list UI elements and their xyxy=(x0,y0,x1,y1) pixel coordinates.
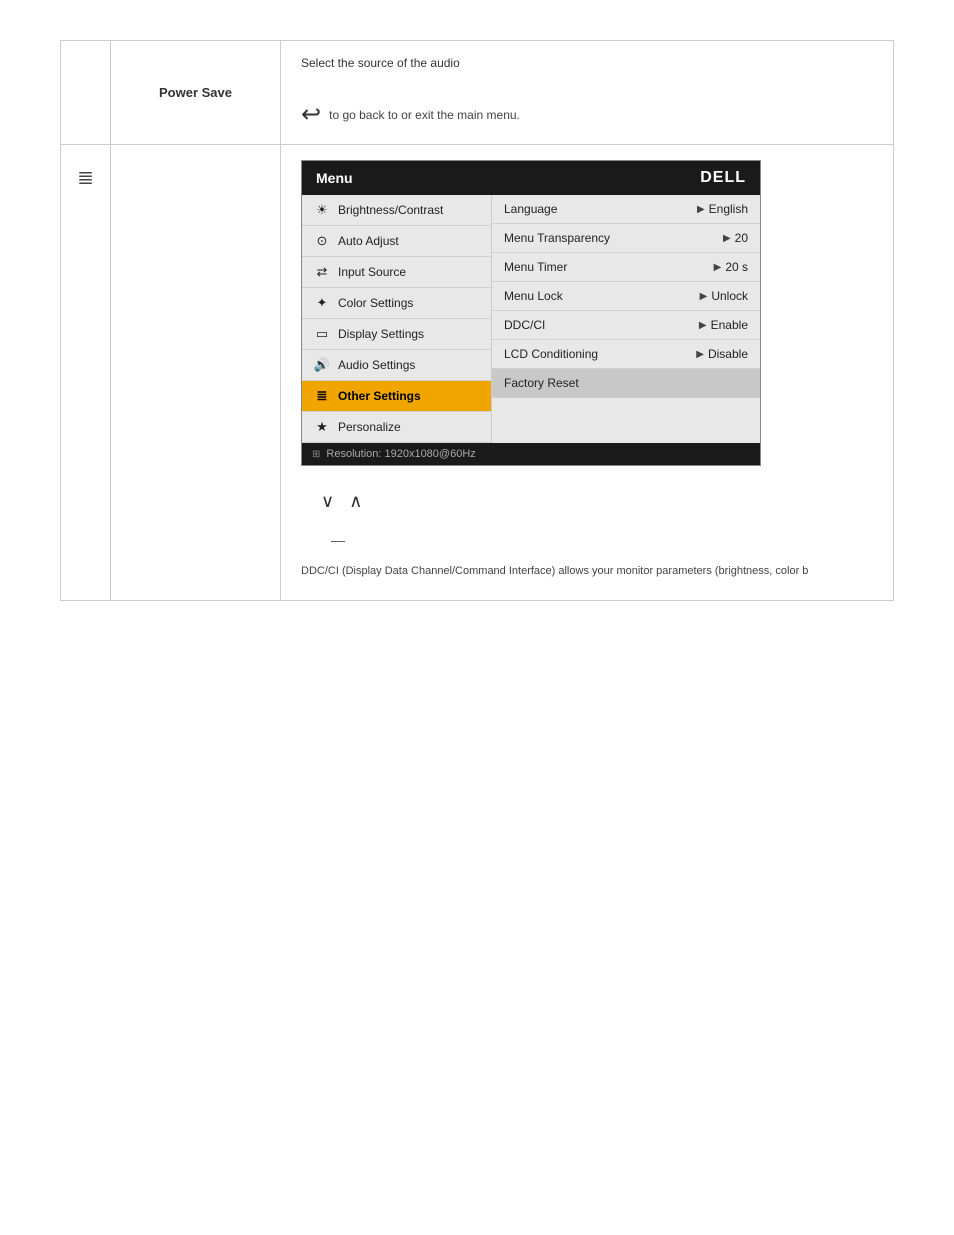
right-item-factory-reset[interactable]: Factory Reset xyxy=(492,369,760,398)
resolution-icon: ⊞ xyxy=(312,449,320,460)
menu-lock-label: Menu Lock xyxy=(504,289,563,303)
display-settings-icon: ▭ xyxy=(312,326,332,342)
language-value: English xyxy=(709,202,748,216)
ddc-value: Enable xyxy=(711,318,748,332)
lcd-conditioning-label: LCD Conditioning xyxy=(504,347,598,361)
personalize-icon: ★ xyxy=(312,419,332,435)
personalize-label: Personalize xyxy=(338,420,401,434)
nav-arrows: ∨ ∧ xyxy=(321,491,873,512)
right-item-language[interactable]: Language ▶ English xyxy=(492,195,760,224)
ddc-arrow: ▶ xyxy=(699,320,707,331)
right-item-menu-lock[interactable]: Menu Lock ▶ Unlock xyxy=(492,282,760,311)
lcd-value: Disable xyxy=(708,347,748,361)
menu-item-brightness[interactable]: ☀ Brightness/Contrast xyxy=(302,195,491,226)
right-item-menu-timer[interactable]: Menu Timer ▶ 20 s xyxy=(492,253,760,282)
timer-value-container: ▶ 20 s xyxy=(714,260,748,274)
timer-value: 20 s xyxy=(725,260,748,274)
brightness-label: Brightness/Contrast xyxy=(338,203,443,217)
page-wrapper: Power Save Select the source of the audi… xyxy=(0,0,954,1235)
audio-settings-label: Audio Settings xyxy=(338,358,415,372)
other-settings-icon: ≣ xyxy=(312,388,332,404)
top-section: Power Save Select the source of the audi… xyxy=(60,40,894,145)
language-label: Language xyxy=(504,202,557,216)
menu-timer-label: Menu Timer xyxy=(504,260,567,274)
right-item-menu-transparency[interactable]: Menu Transparency ▶ 20 xyxy=(492,224,760,253)
dash-mark: — xyxy=(331,532,345,548)
top-icon-col xyxy=(61,41,111,144)
ddc-description: DDC/CI (Display Data Channel/Command Int… xyxy=(301,563,873,580)
menu-right-panel: Language ▶ English Menu Transparency ▶ 2… xyxy=(492,195,760,443)
nav-down-arrow[interactable]: ∨ xyxy=(321,491,334,512)
menu-item-audio-settings[interactable]: 🔊 Audio Settings xyxy=(302,350,491,381)
menu-item-color-settings[interactable]: ✦ Color Settings xyxy=(302,288,491,319)
transparency-arrow: ▶ xyxy=(723,233,731,244)
bottom-label-col xyxy=(111,145,281,600)
bottom-content-col: Menu DELL ☀ Brightness/Contrast ⊙ Auto A… xyxy=(281,145,893,600)
dash-area: — xyxy=(331,532,873,548)
right-item-ddc-ci[interactable]: DDC/CI ▶ Enable xyxy=(492,311,760,340)
ddc-value-container: ▶ Enable xyxy=(699,318,748,332)
menu-footer: ⊞ Resolution: 1920x1080@60Hz xyxy=(302,443,760,465)
dell-logo: DELL xyxy=(700,169,746,187)
bottom-icon-col: ≣ xyxy=(61,145,111,600)
monitor-menu: Menu DELL ☀ Brightness/Contrast ⊙ Auto A… xyxy=(301,160,761,466)
back-row: ↩ to go back to or exit the main menu. xyxy=(301,100,873,129)
color-settings-icon: ✦ xyxy=(312,295,332,311)
menu-item-auto-adjust[interactable]: ⊙ Auto Adjust xyxy=(302,226,491,257)
back-text: to go back to or exit the main menu. xyxy=(329,108,520,122)
lock-arrow: ▶ xyxy=(700,291,708,302)
menu-item-display-settings[interactable]: ▭ Display Settings xyxy=(302,319,491,350)
lock-value: Unlock xyxy=(711,289,748,303)
auto-adjust-label: Auto Adjust xyxy=(338,234,399,248)
menu-header: Menu DELL xyxy=(302,161,760,195)
input-source-icon: ⇄ xyxy=(312,264,332,280)
menu-body: ☀ Brightness/Contrast ⊙ Auto Adjust ⇄ In… xyxy=(302,195,760,443)
menu-item-other-settings[interactable]: ≣ Other Settings xyxy=(302,381,491,412)
timer-arrow: ▶ xyxy=(714,262,722,273)
bottom-section: ≣ Menu DELL ☀ Brightness/Contrast xyxy=(60,145,894,601)
right-item-lcd-conditioning[interactable]: LCD Conditioning ▶ Disable xyxy=(492,340,760,369)
transparency-value: 20 xyxy=(735,231,748,245)
lcd-value-container: ▶ Disable xyxy=(696,347,748,361)
power-save-label: Power Save xyxy=(159,85,232,100)
menu-transparency-label: Menu Transparency xyxy=(504,231,610,245)
lcd-arrow: ▶ xyxy=(696,349,704,360)
select-audio-text: Select the source of the audio xyxy=(301,56,873,70)
factory-reset-label: Factory Reset xyxy=(504,376,579,390)
menu-item-input-source[interactable]: ⇄ Input Source xyxy=(302,257,491,288)
lock-value-container: ▶ Unlock xyxy=(700,289,748,303)
ddc-ci-label: DDC/CI xyxy=(504,318,545,332)
language-arrow: ▶ xyxy=(697,204,705,215)
menu-left-panel: ☀ Brightness/Contrast ⊙ Auto Adjust ⇄ In… xyxy=(302,195,492,443)
menu-title: Menu xyxy=(316,170,353,186)
brightness-icon: ☀ xyxy=(312,202,332,218)
other-settings-label: Other Settings xyxy=(338,389,421,403)
nav-up-arrow[interactable]: ∧ xyxy=(349,491,362,512)
back-icon: ↩ xyxy=(301,100,321,129)
top-content-col: Select the source of the audio ↩ to go b… xyxy=(281,41,893,144)
audio-settings-icon: 🔊 xyxy=(312,357,332,373)
top-label-col: Power Save xyxy=(111,41,281,144)
input-source-label: Input Source xyxy=(338,265,406,279)
display-settings-label: Display Settings xyxy=(338,327,424,341)
other-settings-sidebar-icon: ≣ xyxy=(77,165,94,190)
color-settings-label: Color Settings xyxy=(338,296,413,310)
transparency-value-container: ▶ 20 xyxy=(723,231,748,245)
auto-adjust-icon: ⊙ xyxy=(312,233,332,249)
resolution-text: Resolution: 1920x1080@60Hz xyxy=(326,448,475,460)
language-value-container: ▶ English xyxy=(697,202,748,216)
menu-item-personalize[interactable]: ★ Personalize xyxy=(302,412,491,443)
